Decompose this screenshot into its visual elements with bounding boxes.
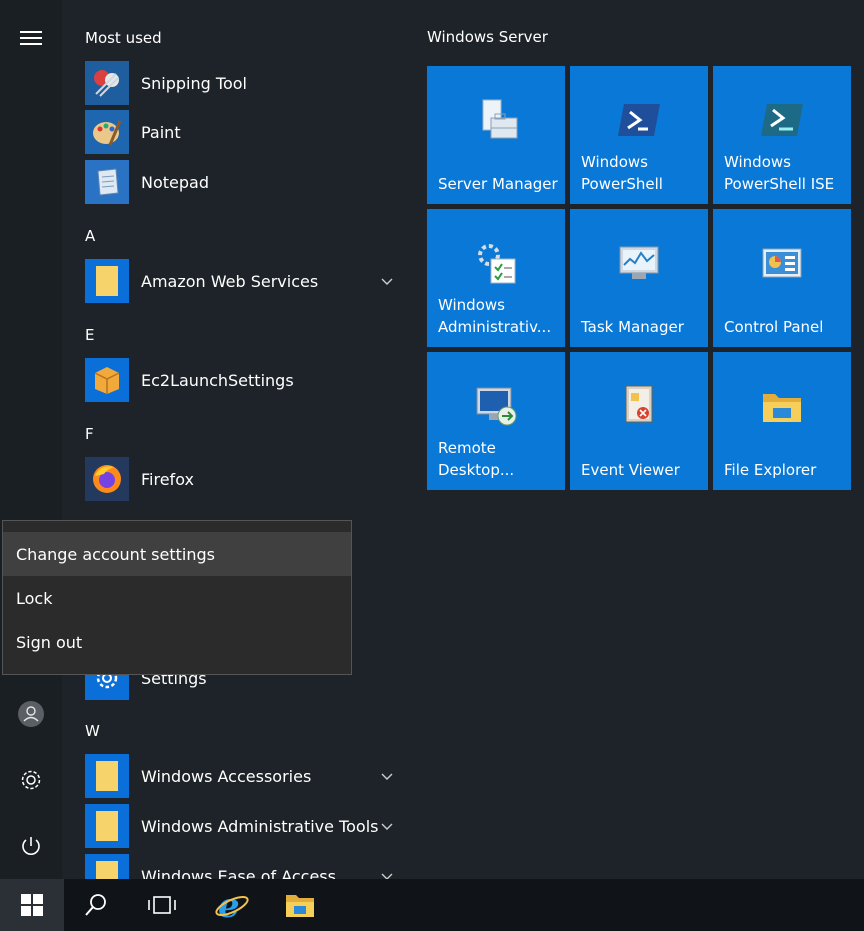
notepad-icon	[85, 160, 129, 204]
tile-label: Event Viewer	[581, 461, 680, 479]
tile-windows-administrative-tools[interactable]: Windows Administrativ...	[427, 209, 565, 347]
sign-out-item[interactable]: Sign out	[3, 620, 351, 664]
server-manager-icon	[482, 99, 518, 139]
tile-event-viewer[interactable]: Event Viewer	[570, 352, 708, 490]
app-label: Snipping Tool	[141, 73, 247, 93]
tile-group-title[interactable]: Windows Server	[427, 28, 548, 46]
powershell-icon	[618, 104, 660, 136]
tile-label: Control Panel	[724, 318, 824, 336]
account-context-menu: Change account settings Lock Sign out	[2, 520, 352, 675]
user-icon	[18, 701, 44, 727]
task-view-icon	[148, 896, 176, 914]
tile-task-manager[interactable]: Task Manager	[570, 209, 708, 347]
start-menu: Most used Snipping Tool Paint Notepad A …	[0, 0, 864, 879]
chevron-down-icon	[381, 773, 393, 780]
start-button[interactable]	[0, 879, 64, 931]
start-rail	[0, 0, 62, 879]
lock-item[interactable]: Lock	[3, 576, 351, 620]
admin-tools-icon	[478, 244, 516, 284]
app-item-snipping-tool[interactable]: Snipping Tool	[62, 59, 407, 107]
app-folder-amazon-web-services[interactable]: Amazon Web Services	[62, 257, 407, 305]
folder-icon	[85, 854, 129, 879]
hamburger-menu-button[interactable]	[0, 14, 62, 62]
taskbar: e	[0, 879, 864, 931]
app-label: Firefox	[141, 469, 194, 489]
most-used-heading: Most used	[85, 29, 162, 47]
tile-windows-powershell[interactable]: Windows PowerShell	[570, 66, 708, 204]
app-label: Windows Administrative Tools	[141, 816, 379, 836]
file-explorer-icon	[763, 394, 801, 422]
letter-header-a[interactable]: A	[85, 227, 95, 245]
power-button[interactable]	[0, 822, 62, 870]
letter-header-f[interactable]: F	[85, 425, 94, 443]
letter-header-w[interactable]: W	[85, 722, 100, 740]
tile-label: Remote Desktop...	[438, 439, 515, 479]
task-view-button[interactable]	[130, 879, 194, 931]
gear-icon	[21, 770, 41, 790]
tile-file-explorer[interactable]: File Explorer	[713, 352, 851, 490]
app-item-notepad[interactable]: Notepad	[62, 158, 407, 206]
firefox-icon	[85, 457, 129, 501]
folder-icon	[85, 754, 129, 798]
app-label: Amazon Web Services	[141, 271, 319, 291]
folder-icon	[85, 804, 129, 848]
tile-control-panel[interactable]: Control Panel	[713, 209, 851, 347]
hamburger-icon	[20, 31, 42, 45]
app-item-ec2launchsettings[interactable]: Ec2LaunchSettings	[62, 356, 407, 404]
app-folder-windows-accessories[interactable]: Windows Accessories	[62, 752, 407, 800]
start-icon	[21, 894, 43, 916]
search-icon	[85, 894, 106, 916]
app-label: Ec2LaunchSettings	[141, 370, 294, 390]
chevron-down-icon	[381, 823, 393, 830]
app-label: Paint	[141, 122, 181, 142]
app-item-firefox[interactable]: Firefox	[62, 455, 407, 503]
user-account-button[interactable]	[0, 690, 62, 738]
letter-header-e[interactable]: E	[85, 326, 94, 344]
app-label: Windows Ease of Access	[141, 866, 336, 880]
tile-windows-powershell-ise[interactable]: Windows PowerShell ISE	[713, 66, 851, 204]
ec2-icon	[85, 358, 129, 402]
chevron-down-icon	[381, 873, 393, 879]
tile-server-manager[interactable]: Server Manager	[427, 66, 565, 204]
internet-explorer-icon: e	[215, 887, 249, 923]
remote-desktop-icon	[476, 387, 517, 426]
control-panel-icon	[762, 248, 802, 278]
event-viewer-icon	[625, 385, 653, 423]
tile-label: Server Manager	[438, 175, 558, 193]
snipping-tool-icon	[85, 61, 129, 105]
settings-button[interactable]	[0, 756, 62, 804]
powershell-ise-icon	[761, 104, 803, 136]
internet-explorer-button[interactable]: e	[200, 879, 264, 931]
tile-label: Windows PowerShell	[581, 153, 663, 193]
app-folder-windows-ease-of-access[interactable]: Windows Ease of Access	[62, 852, 407, 879]
power-icon	[22, 837, 40, 855]
app-list: Most used Snipping Tool Paint Notepad A …	[62, 0, 412, 879]
app-label: Notepad	[141, 172, 209, 192]
app-folder-windows-administrative-tools[interactable]: Windows Administrative Tools	[62, 802, 407, 850]
tile-label: Windows PowerShell ISE	[724, 153, 835, 193]
tile-remote-desktop[interactable]: Remote Desktop...	[427, 352, 565, 490]
file-explorer-taskbar-button[interactable]	[268, 879, 332, 931]
paint-icon	[85, 110, 129, 154]
tile-label: Task Manager	[581, 318, 684, 336]
chevron-down-icon	[381, 278, 393, 285]
tile-label: Windows Administrativ...	[438, 296, 552, 336]
folder-icon	[85, 259, 129, 303]
search-button[interactable]	[64, 879, 128, 931]
app-label: Windows Accessories	[141, 766, 312, 786]
app-item-paint[interactable]: Paint	[62, 108, 407, 156]
tile-label: File Explorer	[724, 461, 817, 479]
change-account-settings-item[interactable]: Change account settings	[3, 532, 351, 576]
file-explorer-icon	[286, 895, 314, 917]
task-manager-icon	[619, 246, 659, 279]
